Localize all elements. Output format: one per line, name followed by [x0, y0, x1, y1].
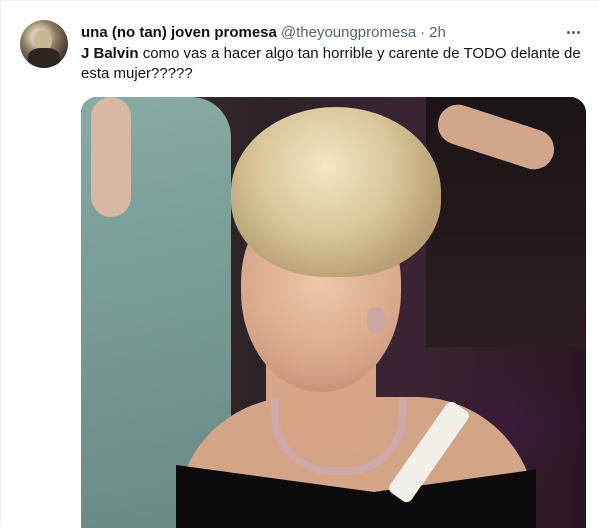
author-name[interactable]: una (no tan) joven promesa	[81, 24, 277, 41]
tweet-text-mention: J Balvin	[81, 45, 139, 62]
more-dot	[571, 30, 575, 34]
tweet-text: J Balvin como vas a hacer algo tan horri…	[81, 44, 586, 84]
background-arm-left	[91, 97, 131, 217]
more-dot	[576, 30, 580, 34]
more-dot	[566, 30, 570, 34]
more-dots-icon[interactable]	[561, 21, 585, 43]
separator-dot: ·	[420, 23, 426, 41]
tweet-card[interactable]: una (no tan) joven promesa @theyoungprom…	[0, 0, 599, 528]
avatar-body-shape	[28, 48, 60, 68]
tweet-header: una (no tan) joven promesa @theyoungprom…	[81, 22, 446, 42]
subject-earring	[367, 307, 385, 333]
tweet-time[interactable]: 2h	[429, 24, 446, 41]
subject-hair	[231, 107, 441, 277]
tweet-text-body: como vas a hacer algo tan horrible y car…	[81, 45, 581, 82]
tweet-media-image[interactable]	[81, 97, 586, 528]
author-handle[interactable]: @theyoungpromesa	[281, 24, 416, 41]
profile-avatar[interactable]	[20, 20, 68, 68]
